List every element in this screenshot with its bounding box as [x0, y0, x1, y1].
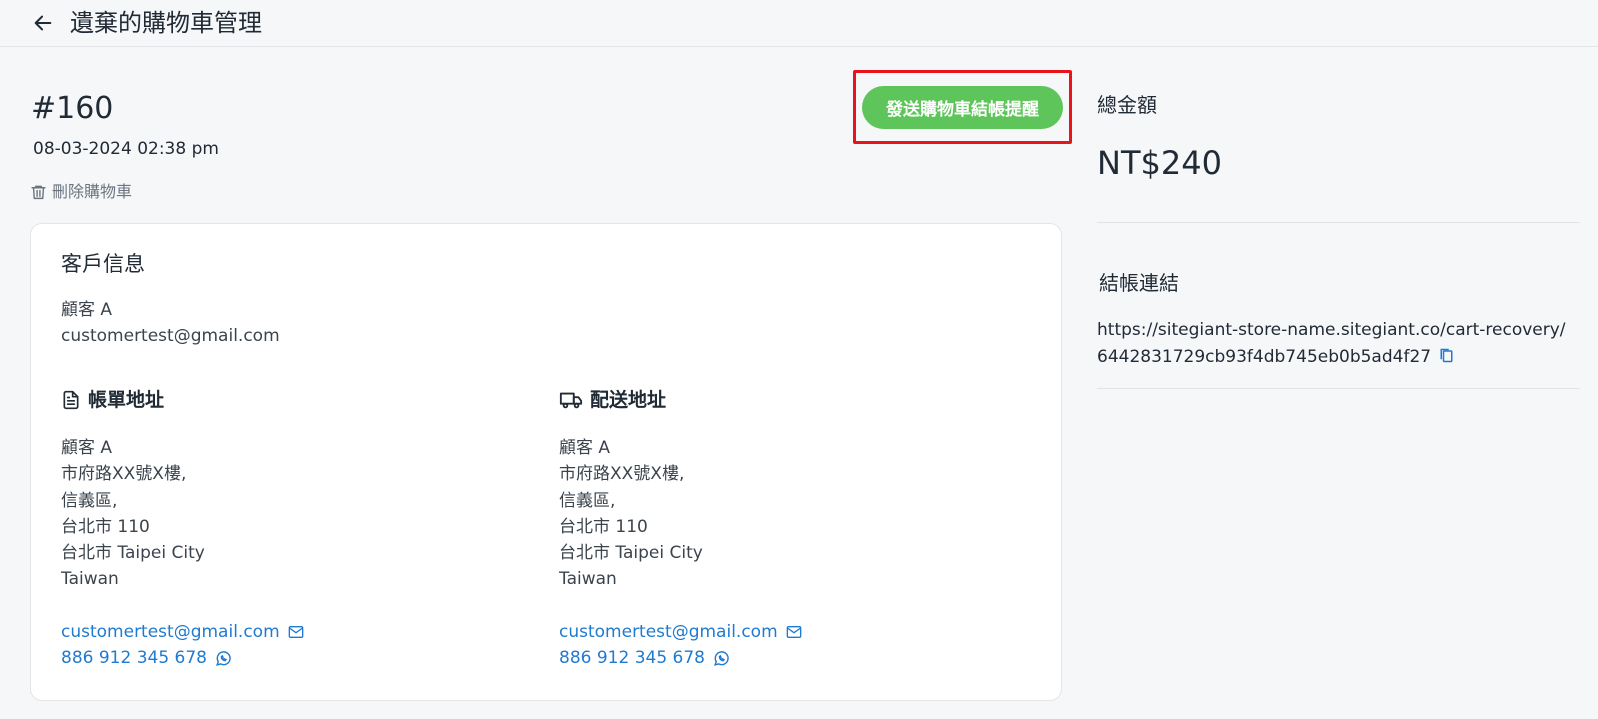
cart-id: #160	[31, 91, 114, 126]
shipping-address-title: 配送地址	[559, 387, 666, 413]
shipping-phone-link[interactable]: 886 912 345 678	[559, 645, 730, 671]
billing-email-link[interactable]: customertest@gmail.com	[61, 619, 304, 645]
shipping-line1: 市府路XX號X樓,	[559, 464, 685, 484]
cart-date: 08-03-2024 02:38 pm	[33, 139, 219, 159]
trash-icon	[31, 185, 46, 200]
customer-email: customertest@gmail.com	[61, 326, 280, 346]
billing-line3: 台北市 110	[61, 517, 150, 537]
send-checkout-reminder-button[interactable]: 發送購物車結帳提醒	[862, 86, 1063, 129]
customer-info-card: 客戶信息 顧客 A customertest@gmail.com 帳單地址 顧客…	[30, 223, 1062, 701]
copy-icon	[1440, 348, 1453, 363]
billing-email: customertest@gmail.com	[61, 622, 280, 642]
billing-line1: 市府路XX號X樓,	[61, 464, 187, 484]
billing-line4: 台北市 Taipei City	[61, 543, 205, 563]
billing-phone: 886 912 345 678	[61, 648, 208, 668]
copy-link-button[interactable]	[1439, 346, 1454, 373]
whatsapp-icon	[714, 650, 729, 666]
total-amount-value: NT$240	[1097, 144, 1222, 182]
checkout-divider	[1097, 388, 1580, 389]
billing-address-title: 帳單地址	[61, 387, 164, 413]
checkout-url[interactable]: https://sitegiant-store-name.sitegiant.c…	[1097, 320, 1566, 367]
whatsapp-icon	[216, 650, 231, 666]
delete-cart-button[interactable]: 刪除購物車	[30, 181, 132, 203]
truck-icon	[559, 392, 583, 409]
shipping-country: Taiwan	[559, 569, 617, 589]
customer-name: 顧客 A	[61, 300, 113, 320]
back-button[interactable]	[30, 10, 56, 36]
shipping-name: 顧客 A	[559, 438, 611, 458]
billing-address-label: 帳單地址	[88, 389, 165, 411]
mail-icon	[786, 626, 801, 638]
shipping-line3: 台北市 110	[559, 517, 648, 537]
shipping-email: customertest@gmail.com	[559, 622, 778, 642]
billing-name: 顧客 A	[61, 438, 113, 458]
shipping-email-link[interactable]: customertest@gmail.com	[559, 619, 802, 645]
checkout-link-label: 結帳連結	[1099, 271, 1179, 295]
total-amount-label: 總金額	[1097, 93, 1157, 117]
document-icon	[63, 390, 79, 410]
customer-info-title: 客戶信息	[61, 252, 145, 276]
billing-phone-link[interactable]: 886 912 345 678	[61, 645, 232, 671]
shipping-line4: 台北市 Taipei City	[559, 543, 703, 563]
delete-cart-label: 刪除購物車	[52, 182, 133, 201]
billing-country: Taiwan	[61, 569, 119, 589]
summary-divider	[1097, 222, 1580, 223]
mail-icon	[288, 626, 303, 638]
shipping-address-label: 配送地址	[590, 389, 667, 411]
back-arrow-icon	[34, 15, 52, 31]
billing-line2: 信義區,	[61, 491, 118, 511]
shipping-line2: 信義區,	[559, 491, 616, 511]
top-bar: 遺棄的購物車管理	[0, 0, 1598, 47]
shipping-phone: 886 912 345 678	[559, 648, 706, 668]
checkout-link: https://sitegiant-store-name.sitegiant.c…	[1097, 317, 1567, 373]
page-title: 遺棄的購物車管理	[70, 9, 262, 37]
